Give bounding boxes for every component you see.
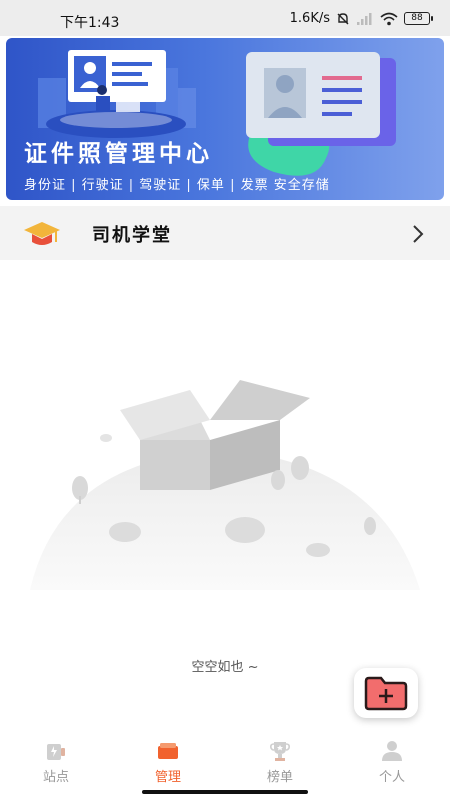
trophy-icon	[270, 742, 290, 761]
tab-profile[interactable]: 个人	[352, 740, 432, 785]
banner-subtitle: 身份证 | 行驶证 | 驾驶证 | 保单 | 发票 安全存储	[24, 178, 330, 193]
wifi-icon	[380, 12, 398, 25]
status-indicators: 1.6K/s 88	[289, 11, 433, 26]
status-time: 下午1:43	[60, 15, 120, 31]
empty-box-illustration	[30, 380, 420, 590]
tab-manage-label: 管理	[154, 770, 181, 785]
driver-school-label: 司机学堂	[92, 225, 172, 246]
tab-station[interactable]: 站点	[16, 740, 96, 785]
tab-ranking-label: 榜单	[266, 770, 293, 785]
signal-icon	[357, 12, 372, 25]
id-photo-banner[interactable]: 证件照管理中心 身份证 | 行驶证 | 驾驶证 | 保单 | 发票 安全存储	[6, 38, 444, 200]
tab-manage[interactable]: 管理	[128, 740, 208, 785]
manage-icon	[158, 743, 178, 759]
battery-icon: 88	[404, 12, 433, 25]
person-icon	[382, 741, 402, 761]
driver-school-row[interactable]: 司机学堂	[0, 206, 450, 260]
add-folder-icon	[364, 676, 408, 711]
station-icon	[47, 744, 65, 760]
mute-bell-icon	[337, 12, 349, 24]
home-indicator	[142, 790, 308, 794]
banner-title: 证件照管理中心	[24, 140, 213, 167]
status-bar: 下午1:43 1.6K/s 88	[0, 0, 450, 36]
chevron-right-icon	[413, 225, 424, 243]
tab-ranking[interactable]: 榜单	[240, 740, 320, 785]
tab-station-label: 站点	[42, 770, 69, 785]
network-speed: 1.6K/s	[289, 11, 330, 26]
tab-profile-label: 个人	[378, 770, 405, 785]
add-folder-button[interactable]	[354, 668, 418, 718]
graduation-cap-icon	[24, 222, 60, 245]
